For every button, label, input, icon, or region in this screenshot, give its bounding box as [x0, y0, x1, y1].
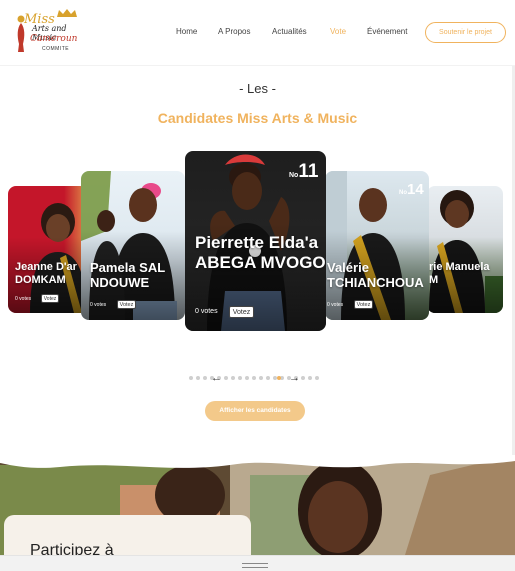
section-kicker: - Les -: [239, 81, 276, 96]
carousel-dot[interactable]: [301, 376, 305, 380]
candidate-card-1[interactable]: Jeanne D'ar DOMKAM 0 votes Votez: [8, 186, 88, 313]
vote-button[interactable]: Votez: [41, 294, 59, 303]
nav-evenement[interactable]: Événement: [367, 27, 407, 36]
carousel-dot[interactable]: [231, 376, 235, 380]
vote-button[interactable]: Votez: [229, 306, 254, 318]
candidate-last-name: NDOUWE: [90, 274, 150, 290]
candidate-card-5[interactable]: rie Manuela M: [427, 186, 503, 313]
candidate-number-value: 14: [407, 181, 424, 198]
candidate-first-name: Pamela SAL: [90, 260, 166, 275]
candidate-number: No11: [289, 161, 318, 183]
candidate-card-2[interactable]: Pamela SAL NDOUWE 0 votes Votez: [81, 171, 185, 320]
drag-handle-icon[interactable]: [242, 563, 268, 568]
carousel-dot[interactable]: [238, 376, 242, 380]
candidate-first-name: Pierrette Elda'a: [195, 233, 319, 252]
carousel-dot[interactable]: [308, 376, 312, 380]
candidate-votes: 0 votes: [327, 302, 344, 308]
candidate-votes: 0 votes: [195, 308, 218, 315]
candidate-votes: 0 votes: [15, 296, 32, 302]
nav-vote[interactable]: Vote: [330, 27, 346, 36]
arrow-left-icon[interactable]: ←: [211, 372, 222, 384]
candidate-number-prefix: No: [399, 190, 407, 196]
carousel-dot[interactable]: [252, 376, 256, 380]
candidate-name: Valérie TCHIANCHOUA: [327, 260, 424, 291]
candidate-name: Pamela SAL NDOUWE: [90, 260, 166, 291]
candidate-name: Jeanne D'ar DOMKAM: [15, 261, 77, 286]
candidate-card-4[interactable]: No14 Valérie TCHIANCHOUA 0 votes Votez: [325, 171, 429, 320]
candidate-last-name: ABEGA MVOGO: [195, 252, 326, 272]
nav-a-propos[interactable]: A Propos: [218, 27, 250, 36]
candidate-name: rie Manuela M: [429, 261, 490, 286]
candidate-number: No14: [399, 181, 424, 199]
banner-wave-divider: [0, 455, 515, 468]
logo-text-cameroun: Cameroun: [30, 34, 78, 44]
candidate-first-name: rie Manuela: [429, 261, 490, 273]
candidate-number-prefix: No: [289, 172, 299, 179]
candidate-last-name: DOMKAM: [15, 273, 66, 286]
section-title: Candidates Miss Arts & Music: [157, 110, 358, 126]
logo-crown-icon: [57, 9, 77, 17]
top-navigation: Miss Arts and Music Cameroun COMMITE Hom…: [0, 0, 515, 66]
carousel-dot[interactable]: [203, 376, 207, 380]
carousel-dot[interactable]: [189, 376, 193, 380]
candidate-last-name: TCHIANCHOUA: [327, 274, 424, 290]
candidate-card-3[interactable]: No11 Pierrette Elda'a ABEGA MVOGO 0 vote…: [185, 151, 326, 331]
carousel-dot[interactable]: [266, 376, 270, 380]
carousel-dot-active[interactable]: [277, 376, 281, 380]
logo-text-comite: COMMITE: [42, 46, 70, 52]
candidate-first-name: Valérie: [327, 260, 369, 275]
carousel-dot[interactable]: [315, 376, 319, 380]
carousel-dot[interactable]: [224, 376, 228, 380]
candidate-votes: 0 votes: [90, 302, 107, 308]
nav-actualites[interactable]: Actualités: [272, 27, 307, 36]
vote-button[interactable]: Votez: [117, 300, 136, 309]
site-logo[interactable]: Miss Arts and Music Cameroun COMMITE: [14, 8, 86, 56]
show-candidates-button[interactable]: Afficher les candidates: [205, 401, 305, 421]
vote-button[interactable]: Votez: [354, 300, 373, 309]
candidate-number-value: 11: [298, 161, 319, 182]
arrow-right-icon[interactable]: →: [289, 372, 300, 384]
carousel-dot[interactable]: [259, 376, 263, 380]
candidate-name: Pierrette Elda'a ABEGA MVOGO: [195, 233, 326, 272]
candidate-last-name: M: [429, 273, 439, 286]
candidate-first-name: Jeanne D'ar: [15, 261, 77, 273]
nav-home[interactable]: Home: [176, 27, 197, 36]
carousel-dot[interactable]: [196, 376, 200, 380]
carousel-dot[interactable]: [245, 376, 249, 380]
support-project-button[interactable]: Soutenir le projet: [425, 22, 506, 43]
